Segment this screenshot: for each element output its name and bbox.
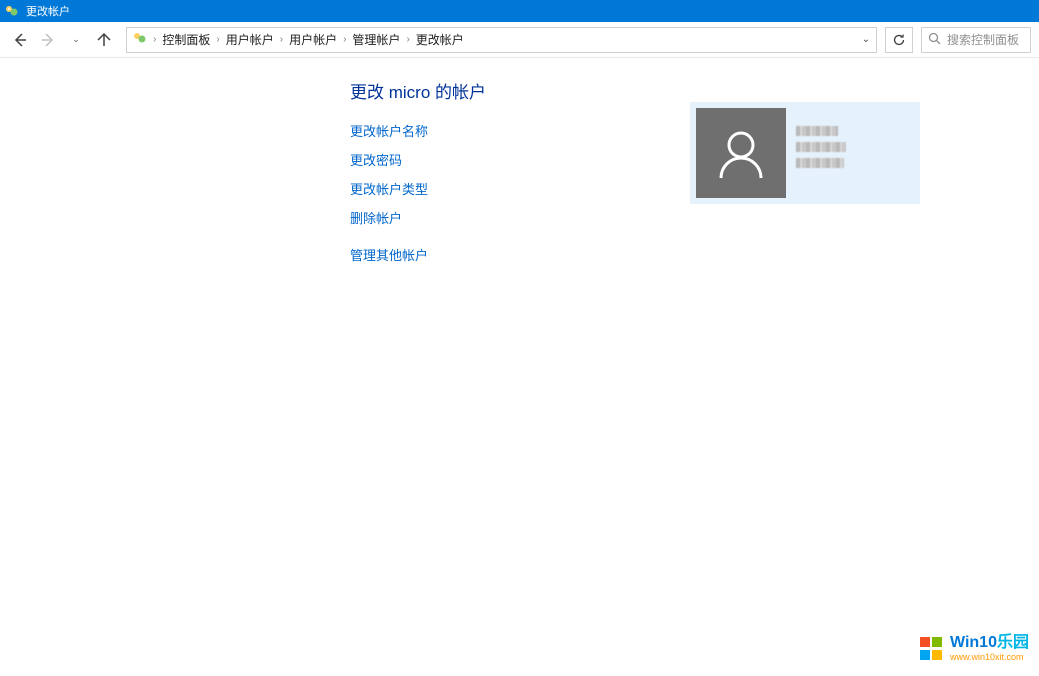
link-delete-account[interactable]: 删除帐户: [350, 208, 1039, 227]
watermark-text: Win10乐园: [950, 635, 1029, 651]
breadcrumb-change-account[interactable]: 更改帐户: [416, 31, 464, 48]
breadcrumb-user-accounts[interactable]: 用户帐户: [226, 31, 274, 48]
back-button[interactable]: [8, 28, 32, 52]
user-name-censored: [796, 126, 838, 136]
forward-button[interactable]: [36, 28, 60, 52]
window-title: 更改帐户: [26, 3, 70, 19]
watermark-logo-icon: [920, 637, 944, 661]
search-box[interactable]: [921, 27, 1031, 53]
user-status-censored: [796, 158, 844, 168]
link-manage-other-accounts[interactable]: 管理其他帐户: [350, 245, 1039, 264]
app-icon: [4, 3, 20, 19]
page-title: 更改 micro 的帐户: [350, 78, 1039, 103]
search-input[interactable]: [947, 33, 1024, 47]
breadcrumb-user-accounts-2[interactable]: 用户帐户: [289, 31, 337, 48]
watermark: Win10乐园 www.win10xit.com: [920, 635, 1029, 662]
breadcrumb-sep-icon[interactable]: ›: [153, 34, 156, 45]
avatar: [696, 108, 786, 198]
watermark-url: www.win10xit.com: [950, 653, 1029, 662]
search-icon: [928, 32, 941, 48]
window-titlebar: 更改帐户: [0, 0, 1039, 22]
user-type-censored: [796, 142, 846, 152]
user-info: [796, 108, 914, 198]
annotation-arrow: [0, 52, 4, 282]
main-content: 更改 micro 的帐户 更改帐户名称 更改密码 更改帐户类型 删除帐户 管理其…: [0, 58, 1039, 264]
address-icon: [133, 31, 147, 48]
breadcrumb-sep-icon: ›: [406, 34, 409, 45]
recent-locations-button[interactable]: ⌄: [64, 28, 88, 52]
refresh-button[interactable]: [885, 27, 913, 53]
address-bar[interactable]: › 控制面板 › 用户帐户 › 用户帐户 › 管理帐户 › 更改帐户 ⌄: [126, 27, 877, 53]
breadcrumb-sep-icon: ›: [280, 34, 283, 45]
up-button[interactable]: [92, 28, 116, 52]
breadcrumb-manage-accounts[interactable]: 管理帐户: [352, 31, 400, 48]
breadcrumb-sep-icon: ›: [343, 34, 346, 45]
nav-toolbar: ⌄ › 控制面板 › 用户帐户 › 用户帐户 › 管理帐户 › 更改帐户 ⌄: [0, 22, 1039, 58]
user-card: [690, 102, 920, 204]
address-dropdown-icon[interactable]: ⌄: [856, 34, 876, 45]
breadcrumb-control-panel[interactable]: 控制面板: [162, 31, 210, 48]
breadcrumb-sep-icon: ›: [216, 34, 219, 45]
